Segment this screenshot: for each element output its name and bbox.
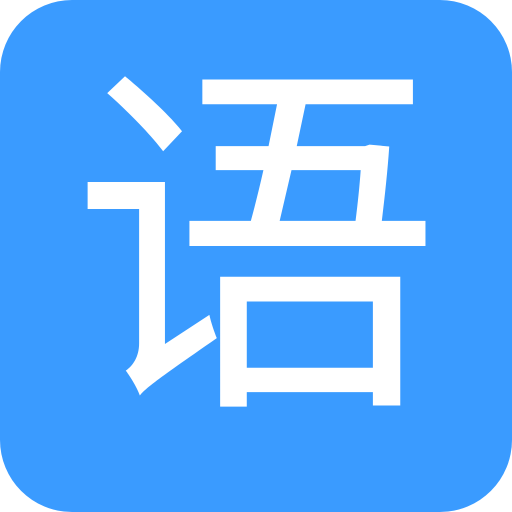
character-glyph: 语 <box>71 35 441 465</box>
app-icon[interactable]: 语 <box>0 0 512 512</box>
